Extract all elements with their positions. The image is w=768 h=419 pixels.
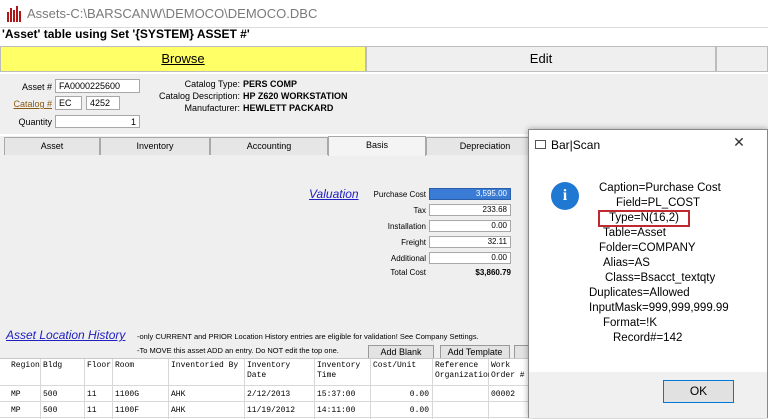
table-cell[interactable]: 1100F (115, 406, 139, 415)
quantity-label: Quantity (18, 117, 52, 127)
table-cell[interactable]: 11 (87, 390, 97, 399)
inputmask-line: InputMask=999,999,999.99 (589, 302, 729, 314)
table-cell[interactable]: 2/12/2013 (247, 390, 290, 399)
column-header-cost-unit[interactable]: Cost/Unit (373, 361, 416, 371)
caption-line: Caption=Purchase Cost (599, 182, 721, 194)
ok-button[interactable]: OK (663, 380, 734, 403)
asset-number-label: Asset # (21, 82, 52, 92)
duplicates-line: Duplicates=Allowed (589, 287, 690, 299)
column-header-bldg[interactable]: Bldg (43, 361, 62, 371)
total-cost-value: $3,860.79 (475, 268, 511, 277)
tab-accounting[interactable]: Accounting (210, 137, 328, 155)
table-cell[interactable]: AHK (171, 406, 185, 415)
catalog-number-field[interactable]: 4252 (86, 96, 120, 110)
tab-basis[interactable]: Basis (328, 136, 426, 156)
tab-inventory[interactable]: Inventory (100, 137, 210, 155)
manufacturer-label: Manufacturer: (184, 103, 240, 113)
catalog-description-value: HP Z620 WORKSTATION (243, 91, 348, 101)
add-template-button[interactable]: Add Template (440, 345, 510, 359)
window-icon (535, 140, 546, 149)
column-header-inventoried-by[interactable]: Inventoried By (171, 361, 238, 371)
type-line: Type=N(16,2) (609, 212, 679, 224)
table-cell[interactable]: 11 (87, 406, 97, 415)
column-header-room[interactable]: Room (115, 361, 134, 371)
freight-field[interactable]: 32.11 (429, 236, 511, 248)
close-icon[interactable]: ✕ (731, 134, 747, 151)
valuation-link[interactable]: Valuation (309, 187, 359, 201)
column-header-reference-organization[interactable]: Reference Organization (435, 361, 489, 381)
column-header-inventory-date[interactable]: Inventory Date (247, 361, 311, 381)
additional-field[interactable]: 0.00 (429, 252, 511, 264)
format-line: Format=!K (603, 317, 658, 329)
info-icon: i (551, 182, 579, 210)
installation-label: Installation (387, 222, 426, 231)
record-line: Record#=142 (613, 332, 683, 344)
quantity-field[interactable]: 1 (55, 115, 140, 128)
table-cell[interactable]: 1100G (115, 390, 139, 399)
tab-browse[interactable]: Browse (0, 46, 366, 72)
dialog-title: Bar|Scan (551, 138, 601, 152)
asset-location-history-link[interactable]: Asset Location History (6, 328, 125, 342)
table-cell[interactable]: 11/19/2012 (247, 406, 295, 415)
history-note-validation: -only CURRENT and PRIOR Location History… (137, 332, 479, 341)
asset-number-field[interactable]: FA0000225600 (55, 79, 140, 93)
table-cell[interactable]: 15:37:00 (317, 390, 355, 399)
tab-extra[interactable] (716, 46, 768, 72)
table-cell[interactable]: AHK (171, 390, 185, 399)
table-set-caption: 'Asset' table using Set '{SYSTEM} ASSET … (2, 27, 250, 41)
tax-field[interactable]: 233.68 (429, 204, 511, 216)
installation-field[interactable]: 0.00 (429, 220, 511, 232)
add-blank-button[interactable]: Add Blank (368, 345, 434, 359)
total-cost-label: Total Cost (390, 268, 426, 277)
table-cell[interactable]: 500 (43, 390, 57, 399)
table-cell[interactable]: 14:11:00 (317, 406, 355, 415)
folder-line: Folder=COMPANY (599, 242, 696, 254)
history-note-move: -To MOVE this asset ADD an entry. Do NOT… (137, 346, 339, 355)
table-cell[interactable]: 500 (43, 406, 57, 415)
barscan-app-icon (6, 6, 22, 22)
table-cell[interactable]: MP (11, 406, 21, 415)
field-info-dialog: Bar|Scan ✕ i Caption=Purchase Cost Field… (528, 129, 768, 418)
catalog-type-value: PERS COMP (243, 79, 298, 89)
column-header-work-order[interactable]: Work Order # (491, 361, 531, 381)
purchase-cost-field[interactable]: 3,595.00 (429, 188, 511, 200)
purchase-cost-label: Purchase Cost (373, 190, 426, 199)
table-cell[interactable]: MP (11, 390, 21, 399)
alias-line: Alias=AS (603, 257, 650, 269)
table-line: Table=Asset (603, 227, 666, 239)
column-header-floor[interactable]: Floor (87, 361, 111, 371)
table-cell[interactable]: 0.00 (373, 390, 429, 399)
additional-label: Additional (390, 254, 426, 263)
window-title: Assets-C:\BARSCANW\DEMOCO\DEMOCO.DBC (27, 6, 318, 21)
catalog-number-link[interactable]: Catalog # (2, 99, 52, 109)
tab-asset[interactable]: Asset (4, 137, 100, 155)
class-line: Class=Bsacct_textqty (605, 272, 716, 284)
column-header-inventory-time[interactable]: Inventory Time (317, 361, 369, 381)
field-line: Field=PL_COST (616, 197, 701, 209)
column-header-region[interactable]: Region (11, 361, 40, 371)
tab-edit[interactable]: Edit (366, 46, 716, 72)
manufacturer-value: HEWLETT PACKARD (243, 103, 334, 113)
catalog-prefix-field[interactable]: EC (55, 96, 82, 110)
table-cell[interactable]: 0.00 (373, 406, 429, 415)
catalog-description-label: Catalog Description: (158, 91, 240, 101)
tax-label: Tax (413, 206, 426, 215)
freight-label: Freight (401, 238, 426, 247)
table-cell[interactable]: 00002 (491, 390, 515, 399)
catalog-type-label: Catalog Type: (184, 79, 240, 89)
tab-depreciation[interactable]: Depreciation (426, 137, 544, 155)
